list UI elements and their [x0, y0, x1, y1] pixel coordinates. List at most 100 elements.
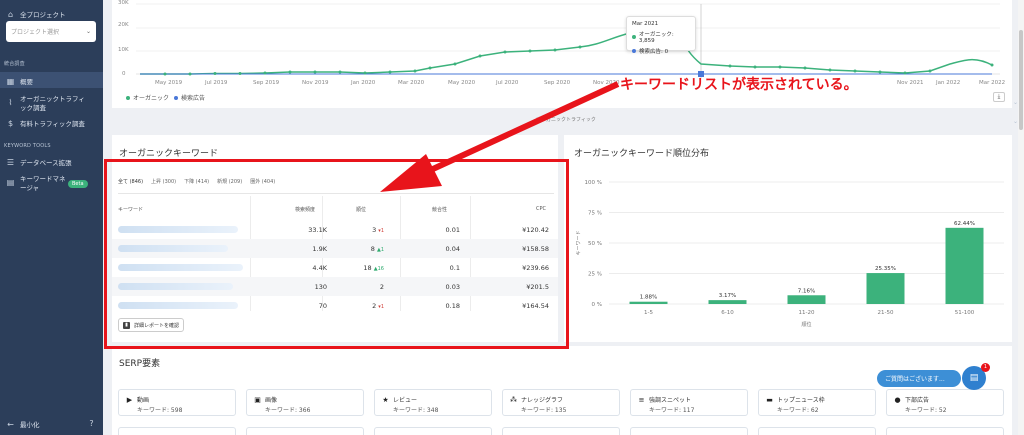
y-tick: 20K [118, 22, 129, 28]
serp-item[interactable] [886, 427, 1004, 435]
chart-tooltip: Mar 2021 オーガニック: 3,859 検索広告: 0 [626, 16, 696, 55]
legend-organic-swatch [126, 95, 130, 100]
bar[interactable] [866, 273, 905, 304]
legend-organic[interactable]: オーガニック [126, 93, 169, 102]
serp-item-label: レビュー [393, 397, 418, 404]
chat-badge: 1 [981, 363, 990, 372]
bar-value-label: 62.44% [954, 221, 975, 227]
bar-value-label: 7.16% [798, 288, 815, 294]
scrollbar-thumb[interactable] [1019, 30, 1023, 130]
serp-item[interactable] [246, 427, 364, 435]
sidebar-minimize[interactable]: ← 最小化 [6, 419, 39, 430]
bar[interactable] [787, 295, 826, 304]
tooltip-date: Mar 2021 [632, 21, 659, 27]
x-tick: Mar 2022 [979, 80, 1006, 86]
serp-item-count: キーワード: 117 [649, 407, 695, 414]
annotation-text: キーワードリストが表示されている。 [620, 77, 858, 93]
sidebar-item-kw-manager-label-2: ージャ [20, 184, 40, 192]
tooltip-organic: オーガニック: 3,859 [632, 30, 690, 44]
y-tick: 10K [118, 47, 129, 53]
database-icon: ☰ [6, 157, 15, 167]
serp-feature-icon: ★ [382, 396, 389, 404]
serp-item-label: トップニュース枠 [777, 397, 825, 404]
serp-item[interactable]: ≡ 強調スニペット キーワード: 117 [630, 389, 748, 416]
serp-item[interactable]: ▬ トップニュース枠 キーワード: 62 [758, 389, 876, 416]
sidebar-item-organic-label-2: ック調査 [20, 104, 46, 112]
x-tick-label: 11-20 [799, 310, 815, 316]
x-tick: Nov 2021 [897, 80, 924, 86]
sidebar-item-db-expand[interactable]: ☰ データベース拡張 [6, 157, 72, 168]
beta-badge: Beta [68, 180, 88, 188]
serp-item[interactable]: ▣ 画像 キーワード: 366 [246, 389, 364, 416]
legend-organic-label: オーガニック [133, 95, 170, 102]
sidebar-item-paid-label: 有料トラフィック調査 [20, 120, 85, 128]
y-tick-label: 50 % [588, 241, 602, 247]
serp-feature-icon: ▶ [126, 396, 133, 404]
sidebar-item-organic-label-1: オーガニックトラフィ [20, 95, 85, 103]
serp-item[interactable] [502, 427, 620, 435]
legend-ads-label: 検索広告 [181, 95, 206, 102]
serp-item[interactable]: ⁂ ナレッジグラフ キーワード: 135 [502, 389, 620, 416]
serp-feature-icon: ≡ [638, 396, 645, 404]
serp-item[interactable]: ★ レビュー キーワード: 348 [374, 389, 492, 416]
legend-ads-swatch [174, 95, 178, 100]
serp-item[interactable] [374, 427, 492, 435]
sidebar-item-kw-manager-label-1: キーワードマネ [20, 175, 66, 183]
legend-ads[interactable]: 検索広告 [174, 93, 205, 102]
tooltip-ads-value: 検索広告: 0 [639, 49, 669, 55]
bar-value-label: 25.35% [875, 266, 896, 272]
bar[interactable] [945, 227, 984, 304]
serp-item[interactable] [758, 427, 876, 435]
serp-item-label: 強調スニペット [649, 397, 692, 404]
x-tick-label: 51-100 [955, 310, 975, 316]
serp-item-count: キーワード: 135 [521, 407, 567, 414]
briefcase-icon: ▤ [6, 178, 15, 187]
serp-item[interactable]: ● 下部広告キーワード: 52 [886, 389, 1004, 416]
sidebar-item-summary[interactable]: ▦ 概要 [6, 76, 33, 87]
x-tick: May 2019 [155, 80, 183, 86]
x-tick: Jul 2019 [205, 80, 228, 86]
project-select[interactable]: プロジェクト選択 ⌄ [6, 21, 96, 42]
serp-item-count: キーワード: 52 [905, 407, 947, 414]
serp-feature-icon: ▣ [254, 396, 261, 404]
serp-feature-icon: ▬ [766, 396, 773, 404]
organic-keywords-title: オーガニックキーワード [119, 149, 219, 159]
x-tick: Sep 2019 [253, 80, 280, 86]
sidebar-item-organic[interactable]: ⌇ オーガニックトラフィ ック調査 [6, 95, 85, 113]
line-chart-icon: ⌇ [8, 98, 13, 107]
project-select-placeholder: プロジェクト選択 [11, 29, 60, 36]
grid-icon: ▦ [6, 76, 15, 86]
serp-item-label: 下部広告 [905, 397, 930, 404]
tooltip-organic-value: オーガニック: 3,859 [638, 32, 674, 44]
serp-item[interactable]: ▶ 動画キーワード: 598 [118, 389, 236, 416]
serp-feature-icon: ● [894, 396, 901, 404]
x-tick-label: 1-5 [644, 310, 653, 316]
bar[interactable] [629, 301, 668, 304]
sidebar-item-kw-manager[interactable]: ▤ キーワードマネ ージャ [6, 175, 66, 193]
serp-feature-icon: ⁂ [510, 396, 517, 404]
serp-item-count: キーワード: 366 [265, 407, 311, 414]
sidebar-item-paid[interactable]: $ 有料トラフィック調査 [6, 118, 85, 129]
chevron-down-icon: ⌄ [85, 28, 91, 35]
x-tick-label: 6-10 [721, 310, 734, 316]
x-tick: Jan 2022 [936, 80, 961, 86]
serp-title: SERP要素 [119, 359, 161, 369]
serp-item[interactable] [118, 427, 236, 435]
chat-bubble[interactable]: ご質問はございます... [877, 370, 961, 387]
serp-item-label: ナレッジグラフ [521, 397, 564, 404]
arrow-left-icon: ← [7, 419, 14, 429]
sidebar-all-projects[interactable]: ⌂ 全プロジェクト [6, 9, 66, 20]
download-icon[interactable]: ⤓ [993, 92, 1005, 102]
tooltip-ads: 検索広告: 0 [632, 47, 690, 55]
x-tick: Nov 2019 [302, 80, 329, 86]
annotation-arrow [380, 81, 620, 192]
serp-item[interactable] [630, 427, 748, 435]
x-axis-label: 順位 [801, 321, 811, 328]
x-tick-label: 21-50 [878, 310, 894, 316]
help-icon[interactable]: ? [87, 419, 96, 428]
serp-item-label: 動画 [137, 397, 150, 404]
sidebar-item-db-expand-label: データベース拡張 [20, 159, 72, 167]
serp-item-count: キーワード: 598 [137, 407, 183, 414]
bar[interactable] [708, 300, 747, 304]
y-axis-label: キーワード [576, 230, 582, 255]
